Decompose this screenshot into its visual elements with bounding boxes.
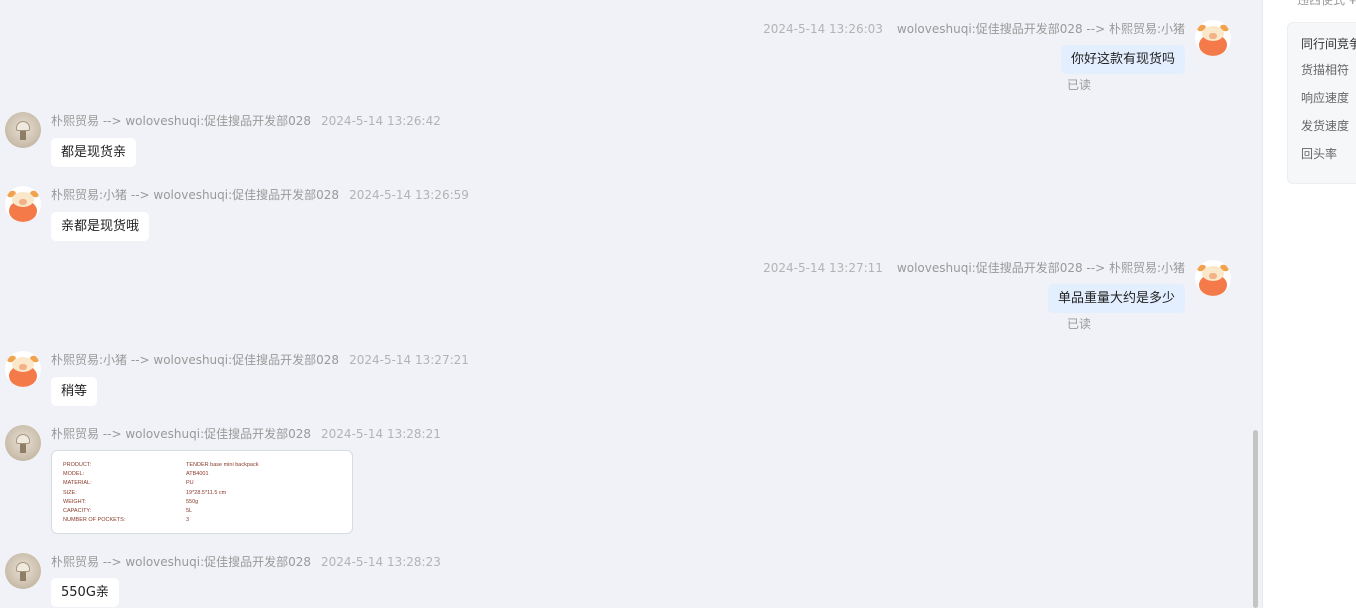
spec-row: SIZE: 19*28.5*11.5 cm: [63, 489, 343, 498]
spec-key: WEIGHT:: [63, 499, 86, 505]
spec-row: PRODUCT: TENDER base mini backpack: [63, 461, 343, 470]
pig-avatar[interactable]: [5, 186, 41, 222]
pig-avatar[interactable]: [5, 351, 41, 387]
message-route: 朴熙贸易 --> woloveshuqi:促佳搜品开发部028: [51, 555, 312, 569]
message-route: 朴熙贸易 --> woloveshuqi:促佳搜品开发部028: [51, 114, 312, 128]
message-time: 2024-5-14 13:26:42: [321, 114, 441, 128]
scrollbar[interactable]: [1249, 0, 1262, 608]
message-bubble[interactable]: 单品重量大约是多少: [1047, 284, 1185, 313]
spec-value: 550g: [186, 499, 199, 505]
spec-row: CAPACITY: 5L: [63, 507, 343, 516]
message-time: 2024-5-14 13:27:21: [349, 353, 469, 367]
message-route: 朴熙贸易:小猪 --> woloveshuqi:促佳搜品开发部028: [51, 188, 340, 202]
spec-key: CAPACITY:: [63, 508, 92, 514]
spec-value: 3: [186, 517, 190, 523]
message-meta: 朴熙贸易 --> woloveshuqi:促佳搜品开发部028 2024-5-14…: [51, 114, 441, 128]
shop-avatar[interactable]: [5, 553, 41, 589]
spec-key: NUMBER OF POCKETS:: [63, 517, 126, 523]
message-bubble[interactable]: 都是现货亲: [51, 138, 137, 167]
spec-value: 19*28.5*11.5 cm: [186, 490, 227, 496]
message-meta: 朴熙贸易:小猪 --> woloveshuqi:促佳搜品开发部028 2024-5…: [51, 353, 469, 367]
message-meta: 朴熙贸易 --> woloveshuqi:促佳搜品开发部028 2024-5-14…: [51, 555, 441, 569]
shop-avatar[interactable]: [5, 425, 41, 461]
message-route: 朴熙贸易 --> woloveshuqi:促佳搜品开发部028: [51, 427, 312, 441]
message-route: 朴熙贸易:小猪 --> woloveshuqi:促佳搜品开发部028: [51, 353, 340, 367]
spec-value: TENDER base mini backpack: [186, 462, 259, 468]
chat-history[interactable]: 2024-5-14 13:26:03 woloveshuqi:促佳搜品开发部028…: [0, 0, 1262, 608]
read-status: 已读: [1066, 317, 1091, 331]
spec-row: MODEL: ATB4001: [63, 470, 343, 479]
read-status: 已读: [1066, 78, 1091, 92]
message-route: woloveshuqi:促佳搜品开发部028 --> 朴熙贸易:小猪: [896, 261, 1185, 275]
message-bubble[interactable]: 亲都是现货哦: [51, 212, 150, 241]
spec-row: MATERIAL: PU: [63, 479, 343, 488]
message-bubble[interactable]: 稍等: [51, 377, 98, 406]
spec-value: ATB4001: [186, 471, 209, 477]
peer-comparison-card: 同行间竞争 货描相符 响应速度 发货速度 回头率: [1287, 22, 1356, 184]
card-title: 同行间竞争: [1301, 37, 1356, 51]
pig-avatar[interactable]: [1195, 260, 1231, 296]
metric-description-match: 货描相符: [1301, 63, 1350, 77]
metric-response-speed: 响应速度: [1301, 91, 1350, 105]
message-time: 2024-5-14 13:28:21: [321, 427, 441, 441]
message-time: 2024-5-14 13:26:03: [763, 22, 883, 36]
message-time: 2024-5-14 13:27:11: [763, 261, 883, 275]
message-meta: 2024-5-14 13:26:03 woloveshuqi:促佳搜品开发部028…: [763, 22, 1185, 36]
pig-avatar[interactable]: [1195, 20, 1231, 56]
panel-top-label: 违西使式 ¥: [1297, 0, 1356, 7]
message-meta: 朴熙贸易:小猪 --> woloveshuqi:促佳搜品开发部028 2024-5…: [51, 188, 469, 202]
message-bubble[interactable]: 你好这款有现货吗: [1060, 45, 1185, 74]
message-time: 2024-5-14 13:28:23: [321, 555, 441, 569]
message-meta: 2024-5-14 13:27:11 woloveshuqi:促佳搜品开发部028…: [763, 261, 1185, 275]
message-meta: 朴熙贸易 --> woloveshuqi:促佳搜品开发部028 2024-5-14…: [51, 427, 441, 441]
spec-row: WEIGHT: 550g: [63, 498, 343, 507]
message-time: 2024-5-14 13:26:59: [349, 188, 469, 202]
spec-value: PU: [186, 480, 194, 486]
shop-avatar[interactable]: [5, 112, 41, 148]
spec-row: NUMBER OF POCKETS: 3: [63, 516, 343, 525]
metric-return-rate: 回头率: [1301, 147, 1338, 161]
spec-key: SIZE:: [63, 490, 77, 496]
message-bubble[interactable]: 550G亲: [51, 578, 119, 607]
spec-value: 5L: [186, 508, 193, 514]
spec-key: MODEL:: [63, 471, 85, 477]
scrollbar-thumb[interactable]: [1253, 430, 1258, 608]
message-route: woloveshuqi:促佳搜品开发部028 --> 朴熙贸易:小猪: [896, 22, 1185, 36]
spec-key: MATERIAL:: [63, 480, 92, 486]
metric-shipping-speed: 发货速度: [1301, 119, 1350, 133]
shop-rating-panel: 违西使式 ¥ 同行间竞争 货描相符 响应速度 发货速度 回头率: [1262, 0, 1356, 608]
spec-key: PRODUCT:: [63, 462, 92, 468]
product-spec-image[interactable]: PRODUCT: TENDER base mini backpack MODEL:…: [51, 450, 353, 534]
